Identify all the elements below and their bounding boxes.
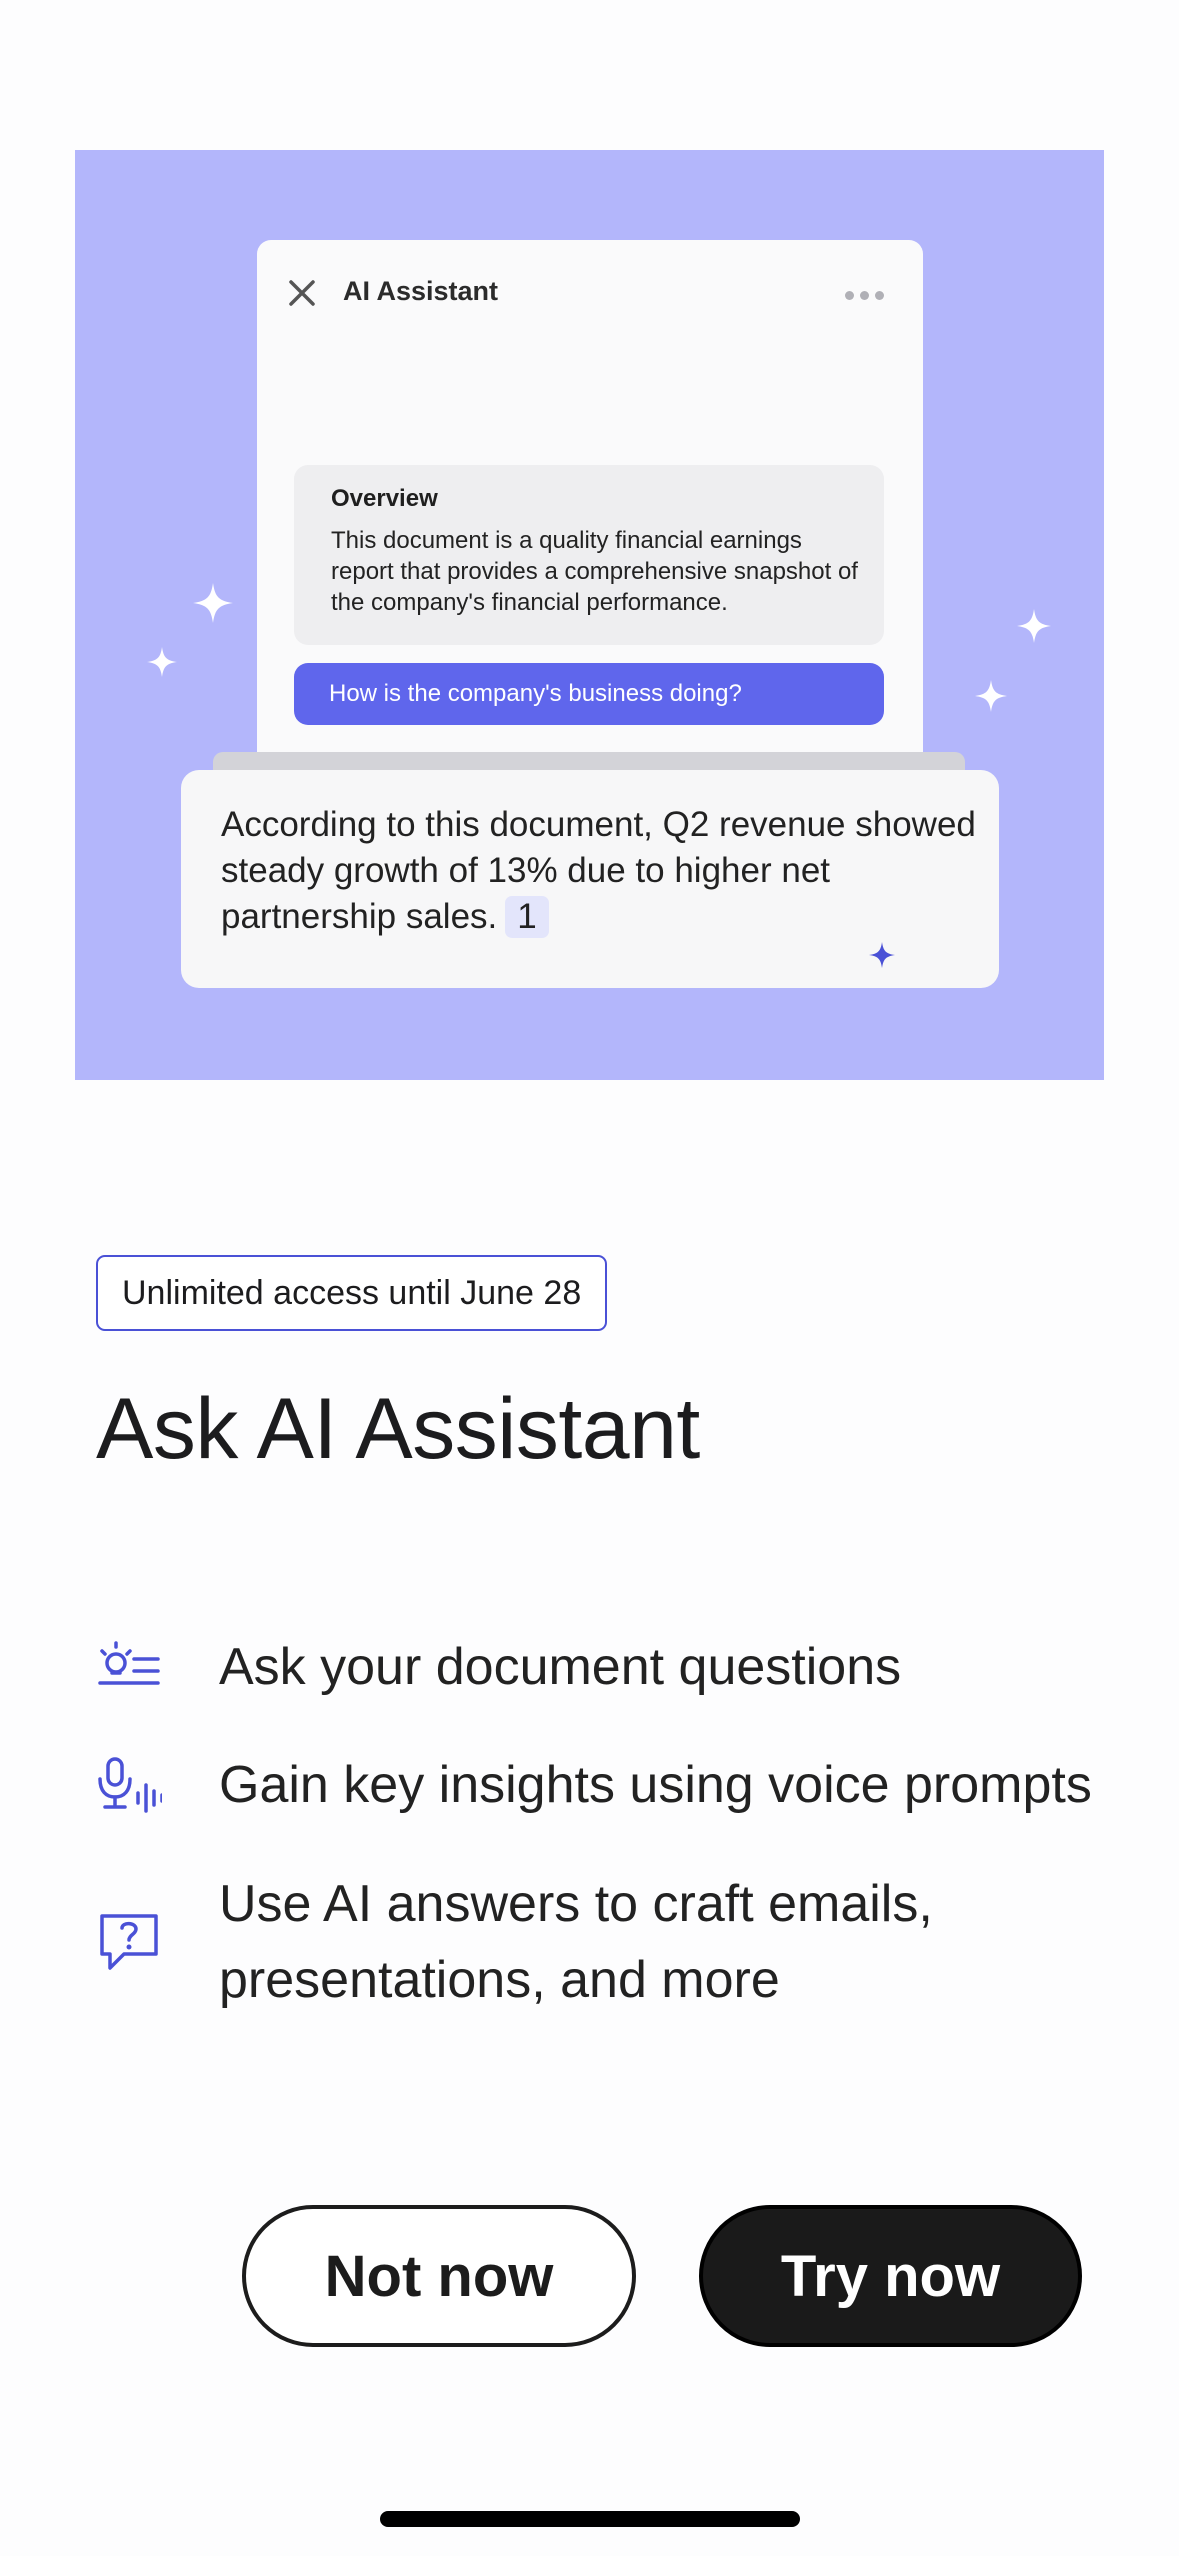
answer-text: According to this document, Q2 revenue s… [221, 802, 981, 940]
feature-text: Gain key insights using voice prompts [219, 1756, 1092, 1814]
close-icon [289, 280, 315, 306]
lightbulb-list-icon [98, 1641, 160, 1685]
sparkle-icon [869, 942, 895, 968]
answer-body: According to this document, Q2 revenue s… [221, 805, 976, 936]
sparkle-icon [193, 583, 233, 623]
access-badge: Unlimited access until June 28 [96, 1255, 608, 1331]
overview-title: Overview [331, 485, 438, 512]
home-indicator[interactable] [380, 2511, 800, 2527]
try-now-button[interactable]: Try now [699, 2205, 1082, 2347]
answer-card: According to this document, Q2 revenue s… [181, 770, 999, 988]
question-bubble: How is the company's business doing? [294, 663, 884, 725]
panel-header: AI Assistant [257, 240, 923, 350]
feature-text: Ask your document questions [219, 1638, 902, 1696]
page-title: Ask AI Assistant [96, 1381, 700, 1477]
overview-card: Overview This document is a quality fina… [294, 465, 884, 645]
feature-text: Use AI answers to craft emails, presenta… [219, 1875, 933, 2009]
not-now-button[interactable]: Not now [242, 2205, 636, 2347]
hero-illustration: AI Assistant Overview This document is a… [75, 150, 1104, 1080]
question-bubble-icon [100, 1914, 158, 1970]
overview-text: This document is a quality financial ear… [331, 527, 858, 616]
sparkle-icon [975, 680, 1007, 712]
panel-title: AI Assistant [343, 276, 499, 306]
citation-badge: 1 [505, 896, 549, 938]
microphone-voice-icon [98, 1757, 162, 1813]
ai-assistant-panel: AI Assistant Overview This document is a… [257, 240, 923, 800]
sparkle-icon [147, 647, 177, 677]
sparkle-icon [1017, 609, 1051, 643]
more-options-icon [845, 287, 891, 300]
